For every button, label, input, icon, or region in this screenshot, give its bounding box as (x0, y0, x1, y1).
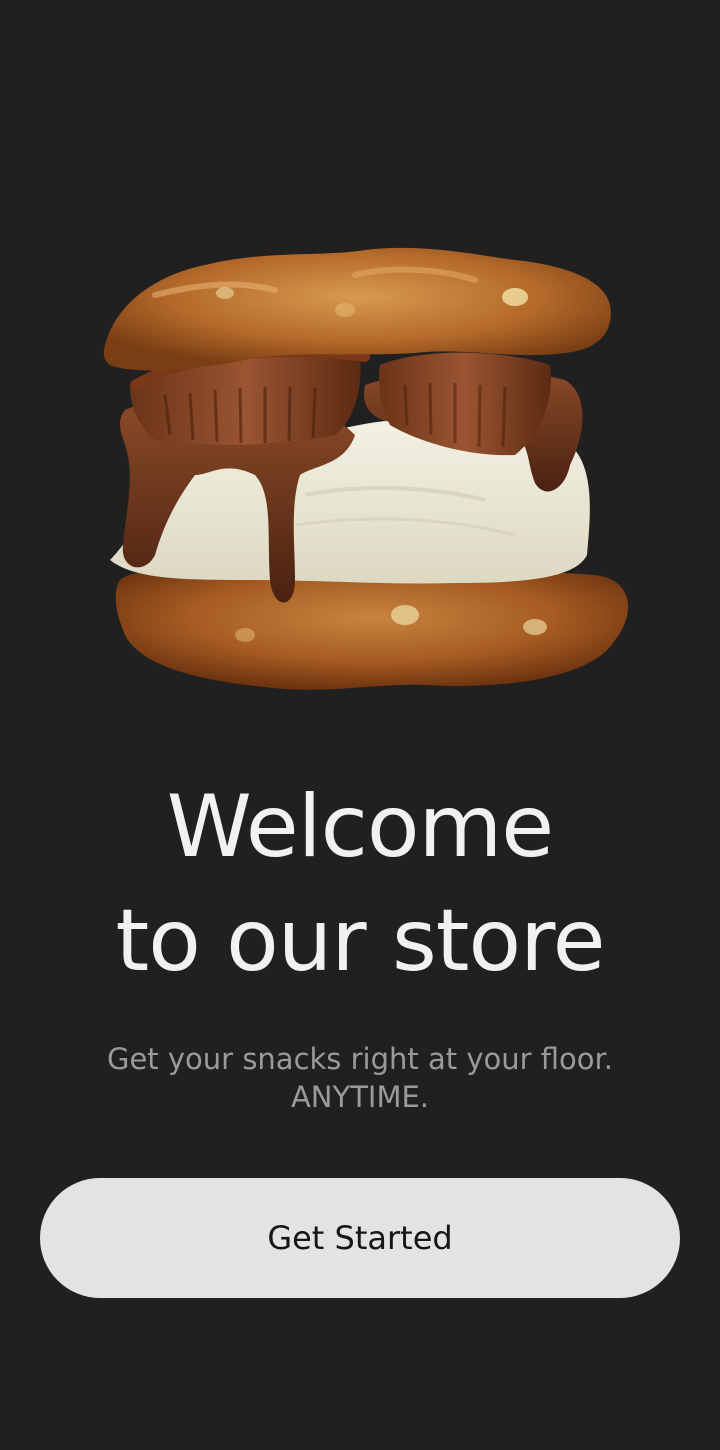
get-started-button[interactable]: Get Started (40, 1178, 680, 1298)
welcome-screen: Welcome to our store Get your snacks rig… (0, 0, 720, 1450)
welcome-subtitle-line-1: Get your snacks right at your floor. (106, 1042, 614, 1076)
ice-cream-sandwich-image (95, 235, 640, 705)
welcome-subtitle: Get your snacks right at your floor. ANY… (0, 1040, 720, 1116)
welcome-title-line-2: to our store (115, 891, 605, 991)
welcome-title-line-1: Welcome (166, 777, 554, 877)
welcome-title: Welcome to our store (0, 770, 720, 998)
welcome-subtitle-line-2: ANYTIME. (290, 1080, 430, 1114)
ice-cream-sandwich-illustration (103, 247, 629, 690)
